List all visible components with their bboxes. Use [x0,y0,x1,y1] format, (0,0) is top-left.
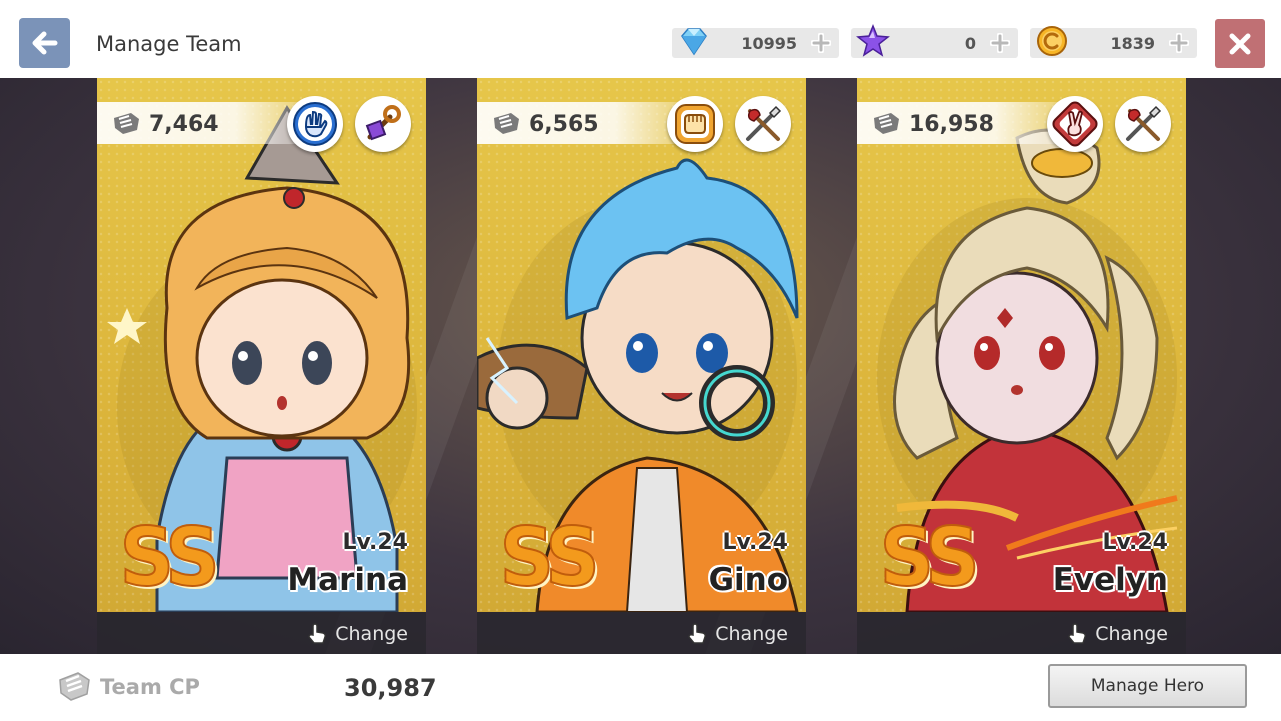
header-bar: Manage Team 10995 0 1839 [0,0,1281,78]
back-button[interactable] [19,18,70,68]
pointer-hand-icon [308,623,327,644]
gold-counter: 1839 [1030,26,1197,58]
change-hero-button[interactable]: Change [687,623,788,645]
hero-cp-value: 16,958 [909,112,994,137]
combat-power-icon [494,113,519,134]
page-title: Manage Team [96,32,242,56]
combat-power-icon [874,113,899,134]
hero-cp-value: 6,565 [529,112,599,137]
star-crystal-counter: 0 [851,23,1018,58]
magic-staff-class-icon [365,105,401,141]
scissors-hand-element-icon [1052,101,1098,147]
add-gold-icon[interactable] [1169,33,1189,53]
hero-grade: SS [499,511,601,604]
hero-card-marina[interactable]: 7,464 SS Lv.24 Marina Change [97,78,426,654]
hero-grade: SS [119,511,221,604]
close-button[interactable] [1215,19,1265,68]
change-hero-button[interactable]: Change [307,623,408,645]
class-badge [1115,96,1171,152]
add-diamond-icon[interactable] [811,33,831,53]
hero-level: Lv.24 [342,530,408,555]
add-star-crystal-icon[interactable] [990,33,1010,53]
hero-name: Marina [287,562,408,598]
team-stage: 7,464 SS Lv.24 Marina Change 6,565 SS Lv… [0,78,1281,654]
class-badge [735,96,791,152]
manage-hero-button[interactable]: Manage Hero [1048,664,1247,708]
element-badge [287,96,343,152]
diamond-gem-icon [681,28,707,56]
hero-name: Evelyn [1052,562,1168,598]
pointer-hand-icon [688,623,707,644]
star-crystal-count: 0 [964,34,976,53]
combat-power-icon [114,113,139,134]
change-label: Change [335,623,408,645]
hero-card-evelyn[interactable]: 16,958 SS Lv.24 Evelyn Change [857,78,1186,654]
purple-star-icon [856,23,890,57]
change-label: Change [715,623,788,645]
hero-level: Lv.24 [1102,530,1168,555]
gold-count: 1839 [1110,34,1155,53]
diamond-count: 10995 [741,34,797,53]
pointer-hand-icon [1068,623,1087,644]
hero-card-gino[interactable]: 6,565 SS Lv.24 Gino Change [477,78,806,654]
hero-cp-value: 7,464 [149,112,219,137]
team-cp-icon [59,672,90,701]
rock-fist-element-icon [675,104,715,144]
paper-hand-element-icon [293,102,337,146]
axe-sword-class-icon [746,105,782,141]
hero-level: Lv.24 [722,530,788,555]
element-badge [667,96,723,152]
element-badge [1047,96,1103,152]
class-badge [355,96,411,152]
footer-bar: Team CP 30,987 Manage Hero [0,654,1281,721]
close-icon [1229,33,1251,54]
arrow-left-icon [32,31,57,55]
change-hero-button[interactable]: Change [1067,623,1168,645]
team-cp-value: 30,987 [344,674,437,702]
gold-coin-icon [1037,26,1067,56]
hero-grade: SS [879,511,981,604]
diamond-counter: 10995 [672,28,839,58]
hero-name: Gino [708,562,788,598]
team-cp-label: Team CP [100,675,200,699]
axe-sword-class-icon [1126,105,1162,141]
change-label: Change [1095,623,1168,645]
